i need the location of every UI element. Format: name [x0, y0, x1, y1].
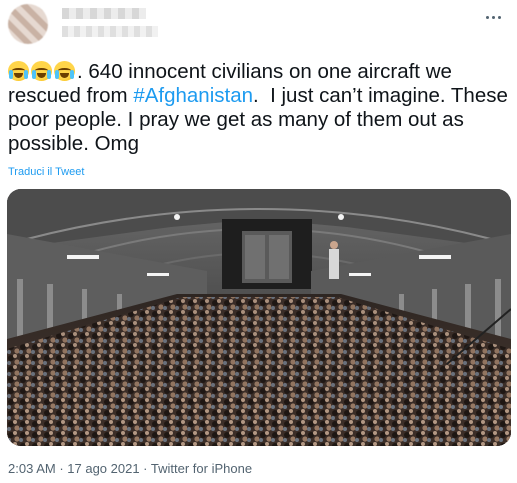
tweet-meta: 2:03 AM · 17 ago 2021 · Twitter for iPho…	[8, 461, 252, 476]
tweet-time[interactable]: 2:03 AM	[8, 461, 56, 476]
aircraft-cargo-hold-photo	[7, 189, 511, 446]
username-redacted[interactable]	[62, 26, 158, 37]
hashtag-link[interactable]: #Afghanistan	[133, 84, 253, 107]
more-options-icon[interactable]	[478, 6, 508, 28]
meta-separator: ·	[139, 461, 151, 476]
loudly-crying-face-emoji-icon	[54, 61, 75, 81]
avatar[interactable]	[8, 4, 48, 44]
meta-separator: ·	[55, 461, 68, 476]
translate-tweet-link[interactable]: Traduci il Tweet	[8, 166, 84, 178]
tweet-date[interactable]: 17 ago 2021	[67, 461, 139, 476]
loudly-crying-face-emoji-icon	[8, 61, 29, 81]
tweet-photo[interactable]	[7, 189, 511, 446]
display-name-redacted[interactable]	[62, 8, 146, 19]
tweet-text: . 640 innocent civilians on one aircraft…	[8, 60, 508, 156]
loudly-crying-face-emoji-icon	[31, 61, 52, 81]
tweet-source[interactable]: Twitter for iPhone	[151, 461, 252, 476]
tweet-header	[8, 4, 508, 48]
